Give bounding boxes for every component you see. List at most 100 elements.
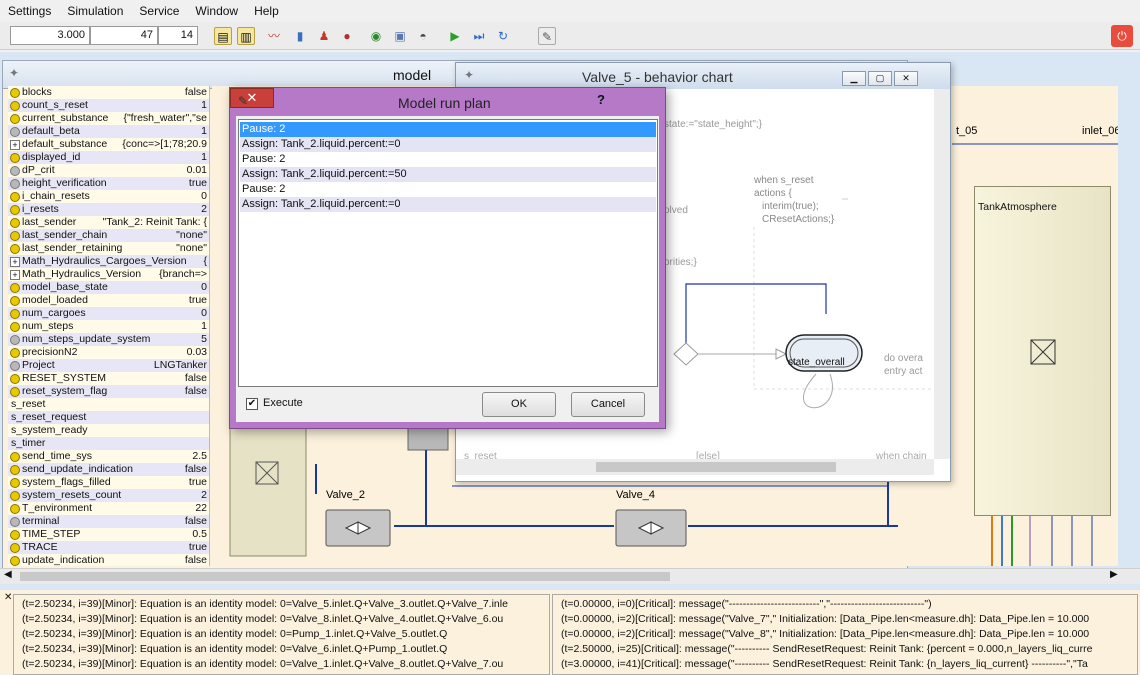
variable-row[interactable]: s_reset_request (8, 411, 209, 424)
help-button[interactable]: ? (597, 92, 605, 107)
variable-row[interactable]: default_beta 1 (8, 125, 209, 138)
variable-row[interactable]: + Math_Hydraulics_Cargoes_Version { (8, 255, 209, 268)
creset-label: CResetActions;} (762, 214, 835, 225)
plan-step[interactable]: Pause: 2 (240, 182, 656, 197)
variable-row[interactable]: TIME_STEP 0.5 (8, 528, 209, 541)
expand-icon[interactable]: + (10, 140, 20, 150)
bar-chart-icon[interactable]: ▮ (291, 27, 309, 45)
variable-type-icon (10, 543, 20, 553)
variable-row[interactable]: T_environment 22 (8, 502, 209, 515)
variable-value: 5 (198, 333, 207, 346)
variable-row[interactable]: i_resets 2 (8, 203, 209, 216)
plan-step[interactable]: Assign: Tank_2.liquid.percent:=50 (240, 167, 656, 182)
variable-row[interactable]: dP_crit 0.01 (8, 164, 209, 177)
variable-row[interactable]: num_steps 1 (8, 320, 209, 333)
menu-help[interactable]: Help (246, 4, 287, 18)
minimize-button[interactable]: ▁ (842, 71, 866, 86)
variable-row[interactable]: num_cargoes 0 (8, 307, 209, 320)
ok-button[interactable]: OK (482, 392, 556, 417)
variable-row[interactable]: current_substance {"fresh_water","se (8, 112, 209, 125)
log-close-icon[interactable]: ✕ (4, 592, 12, 603)
variable-value: 0.5 (192, 528, 207, 540)
dialog-close-button[interactable]: ✕ (230, 88, 274, 108)
variable-row[interactable]: precisionN2 0.03 (8, 346, 209, 359)
step-size-field[interactable]: 14 (158, 26, 198, 45)
variable-name: terminal (22, 515, 60, 527)
variable-row[interactable]: send_time_sys 2.5 (8, 450, 209, 463)
variable-row[interactable]: system_resets_count 2 (8, 489, 209, 502)
menu-service[interactable]: Service (131, 4, 187, 18)
variables-edit-icon[interactable]: ▥ (237, 27, 255, 45)
log-panel-right[interactable]: (t=0.00000, i=0)[Critical]: message("---… (552, 594, 1138, 675)
main-hscroll-thumb[interactable] (20, 572, 670, 581)
variable-row[interactable]: model_base_state 0 (8, 281, 209, 294)
menu-window[interactable]: Window (187, 4, 246, 18)
variable-row[interactable]: Project LNGTanker (8, 359, 209, 372)
power-icon[interactable]: ⏻ (1111, 25, 1133, 47)
runner-icon[interactable]: ♟ (315, 27, 333, 45)
steps-field[interactable]: 47 (90, 26, 158, 45)
step-icon[interactable]: ⏭ (470, 27, 488, 45)
variable-row[interactable]: num_steps_update_system 5 (8, 333, 209, 346)
variable-row[interactable]: send_update_indication false (8, 463, 209, 476)
variable-list[interactable]: blocks false count_s_reset 1 current_substan… (8, 86, 210, 566)
close-button[interactable]: ✕ (894, 71, 918, 86)
menu-bar: Settings Simulation Service Window Help (0, 0, 1140, 22)
plan-list[interactable]: Pause: 2 Assign: Tank_2.liquid.percent:=… (238, 119, 658, 387)
variable-row[interactable]: displayed_id 1 (8, 151, 209, 164)
variable-value: "none" (176, 242, 207, 254)
expand-icon[interactable]: + (10, 257, 20, 267)
variable-row[interactable]: s_reset (8, 398, 209, 411)
variable-row[interactable]: + default_substance {conc=>[1;78;20.9 (8, 138, 209, 151)
variable-row[interactable]: s_timer (8, 437, 209, 450)
objects-icon[interactable]: ● (338, 27, 356, 45)
tank-atmosphere-block[interactable]: TankAtmosphere (974, 186, 1111, 516)
variable-name: num_steps_update_system (22, 333, 151, 345)
menu-settings[interactable]: Settings (0, 4, 59, 18)
variable-row[interactable]: last_sender "Tank_2: Reinit Tank: { (8, 216, 209, 229)
variable-type-icon (10, 205, 20, 215)
execute-checkbox[interactable]: ✔ (246, 398, 258, 410)
variable-row[interactable]: model_loaded true (8, 294, 209, 307)
variable-type-icon (10, 556, 20, 566)
variable-row[interactable]: height_verification true (8, 177, 209, 190)
scroll-right-icon[interactable]: ▶ (1110, 569, 1118, 580)
menu-simulation[interactable]: Simulation (59, 4, 131, 18)
variable-row[interactable]: last_sender_retaining "none" (8, 242, 209, 255)
expand-icon[interactable]: + (10, 270, 20, 280)
variable-row[interactable]: terminal false (8, 515, 209, 528)
variable-row[interactable]: i_chain_resets 0 (8, 190, 209, 203)
traffic-light-icon[interactable]: ◉ (367, 27, 385, 45)
rewind-icon[interactable]: ↻ (494, 27, 512, 45)
variable-row[interactable]: last_sender_chain "none" (8, 229, 209, 242)
window-icon[interactable]: ▣ (391, 27, 409, 45)
variable-row[interactable]: + Math_Hydraulics_Version {branch=> (8, 268, 209, 281)
variable-row[interactable]: reset_system_flag false (8, 385, 209, 398)
main-hscroll[interactable]: ◀ ▶ (0, 568, 1140, 584)
variable-row[interactable]: system_flags_filled true (8, 476, 209, 489)
variable-row[interactable]: blocks false (8, 86, 209, 99)
scroll-left-icon[interactable]: ◀ (4, 569, 12, 580)
gauge-icon[interactable]: ◓ (414, 27, 432, 45)
variable-row[interactable]: RESET_SYSTEM false (8, 372, 209, 385)
maximize-button[interactable]: ▢ (868, 71, 892, 86)
variable-row[interactable]: count_s_reset 1 (8, 99, 209, 112)
variable-value: { (200, 255, 207, 268)
time-field[interactable]: 3.000 (10, 26, 90, 45)
variables-icon[interactable]: ▤ (214, 27, 232, 45)
plan-step[interactable]: Pause: 2 (240, 152, 656, 167)
run-plan-icon[interactable]: ✎ (538, 27, 556, 45)
chart-vscroll[interactable] (934, 89, 950, 459)
left-block[interactable] (229, 425, 307, 557)
plan-step[interactable]: Assign: Tank_2.liquid.percent:=0 (240, 137, 656, 152)
cancel-button[interactable]: Cancel (571, 392, 645, 417)
plan-step[interactable]: Pause: 2 (240, 122, 656, 137)
plot-line-icon[interactable]: 〰 (265, 27, 283, 45)
plan-step[interactable]: Assign: Tank_2.liquid.percent:=0 (240, 197, 656, 212)
play-icon[interactable]: ▶ (446, 27, 464, 45)
log-panel-left[interactable]: (t=2.50234, i=39)[Minor]: Equation is an… (13, 594, 550, 675)
variable-row[interactable]: s_system_ready (8, 424, 209, 437)
variable-row[interactable]: update_indication false (8, 554, 209, 566)
variable-row[interactable]: TRACE true (8, 541, 209, 554)
chart-hscroll-thumb[interactable] (596, 462, 836, 472)
